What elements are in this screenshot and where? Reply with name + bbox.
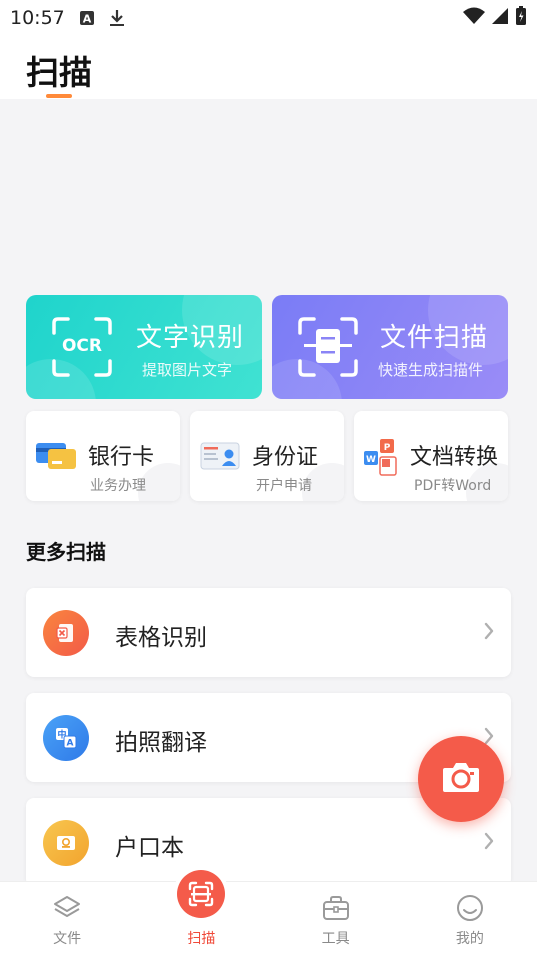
household-register-icon [43,820,89,866]
card-subtitle: 开户申请 [256,478,312,494]
nav-item-files[interactable]: 文件 [0,882,134,956]
svg-text:A: A [83,13,92,26]
bottom-nav: 文件 扫描 工具 我的 [0,870,537,956]
chevron-right-icon [483,621,495,645]
toolbox-icon [321,892,351,924]
nav-label: 扫描 [187,931,216,947]
wifi-icon [463,7,485,29]
list-item-label: 表格识别 [115,625,207,651]
status-time: 10:57 [10,7,65,29]
id-card-card[interactable]: 身份证 开户申请 [190,411,344,501]
document-scan-card[interactable]: 文件扫描 快速生成扫描件 [272,295,508,399]
list-item-table-recognition[interactable]: 表格识别 [26,588,511,677]
card-subtitle: PDF转Word [414,478,492,494]
document-convert-icon: P W [362,437,406,481]
nav-item-mine[interactable]: 我的 [403,882,537,956]
ocr-text-recognition-card[interactable]: OCR 文字识别 提取图片文字 [26,295,262,399]
scan-icon [177,870,226,918]
translate-icon: 中 A [43,715,89,761]
card-title: 文字识别 [136,323,245,353]
card-title: 银行卡 [88,445,155,470]
svg-text:W: W [366,455,376,465]
nav-label: 工具 [321,931,350,947]
id-card-icon [198,437,242,477]
card-title: 文件扫描 [380,323,489,353]
nav-label: 我的 [455,931,484,947]
chevron-right-icon [483,831,495,855]
title-underline [46,94,72,98]
table-excel-icon [43,610,89,656]
download-icon [109,9,125,27]
card-subtitle: 快速生成扫描件 [378,361,484,379]
document-scan-icon [296,315,360,383]
nav-item-tools[interactable]: 工具 [269,882,403,956]
a-badge-icon: A [79,10,95,26]
card-subtitle: 业务办理 [90,478,146,494]
status-bar: 10:57 A [0,0,537,36]
ocr-scan-icon: OCR [50,315,114,383]
layers-icon [52,892,82,924]
nav-label: 文件 [53,931,82,947]
document-convert-card[interactable]: P W 文档转换 PDF转Word [354,411,508,501]
more-scan-section-title: 更多扫描 [26,540,106,564]
bank-card-icon [34,437,78,477]
svg-text:A: A [67,739,74,749]
camera-fab-button[interactable] [418,736,504,822]
signal-icon [491,7,509,29]
nav-item-scan[interactable]: 扫描 [134,870,268,956]
header: 扫描 [0,36,537,99]
smile-face-icon [455,892,485,924]
card-title: 身份证 [252,445,319,470]
svg-text:P: P [384,443,391,453]
list-item-label: 户口本 [115,835,184,861]
bank-card-card[interactable]: 银行卡 业务办理 [26,411,180,501]
ocr-icon-text: OCR [61,336,103,356]
card-title: 文档转换 [410,445,499,470]
card-subtitle: 提取图片文字 [142,361,233,379]
page-title: 扫描 [26,53,92,92]
battery-charging-icon [515,6,527,30]
camera-icon [441,760,481,798]
list-item-label: 拍照翻译 [115,730,207,756]
